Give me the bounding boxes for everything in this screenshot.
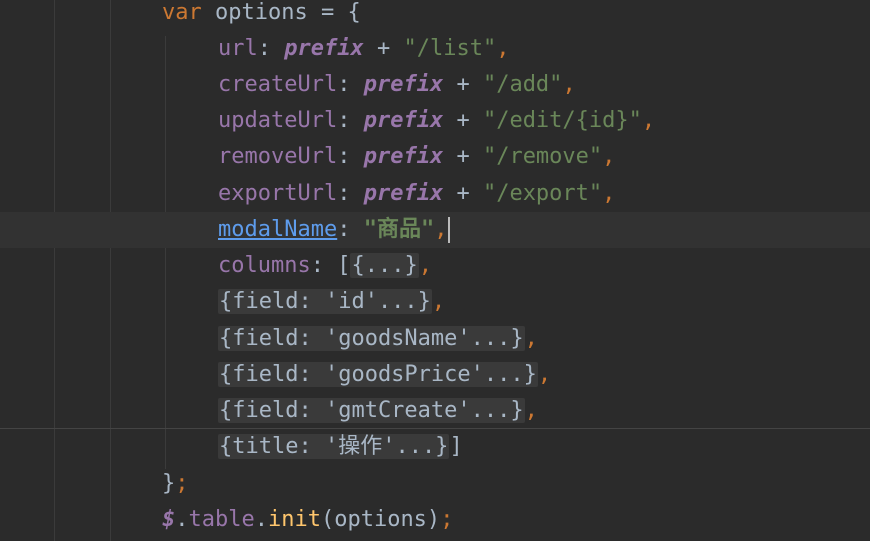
code-line-column-gmt-create[interactable]: {field: 'gmtCreate'...}, bbox=[218, 393, 538, 429]
comma: , bbox=[602, 144, 616, 169]
code-line-column-title[interactable]: {title: '操作'...}] bbox=[218, 429, 463, 465]
folded-region[interactable]: {field: 'goodsName'...} bbox=[218, 326, 525, 351]
folded-region[interactable]: {title: '操作'...} bbox=[218, 434, 450, 459]
open-bracket: [ bbox=[337, 253, 351, 278]
comma: , bbox=[524, 398, 538, 423]
identifier-prefix: prefix bbox=[363, 181, 444, 206]
code-line-close-options[interactable]: }; bbox=[162, 466, 189, 502]
plus-operator: + bbox=[456, 108, 470, 133]
colon: : bbox=[310, 253, 324, 278]
identifier-dollar: $ bbox=[162, 507, 176, 532]
assign-operator: = bbox=[320, 0, 335, 25]
string-literal: "商品" bbox=[363, 217, 435, 242]
code-line-column-id[interactable]: {field: 'id'...}, bbox=[218, 284, 445, 320]
code-line-columns[interactable]: columns: [{...}, bbox=[218, 248, 432, 284]
string-literal: "/remove" bbox=[482, 144, 603, 169]
string-literal: "/add" bbox=[482, 72, 563, 97]
comma: , bbox=[641, 108, 656, 133]
code-line-column-goods-price[interactable]: {field: 'goodsPrice'...}, bbox=[218, 357, 551, 393]
string-literal: "/list" bbox=[403, 36, 497, 61]
plus-operator: + bbox=[376, 36, 391, 61]
property-remove-url: removeUrl bbox=[218, 144, 338, 169]
comma: , bbox=[602, 181, 616, 206]
plus-operator: + bbox=[456, 181, 470, 206]
code-line-export-url[interactable]: exportUrl: prefix + "/export", bbox=[218, 176, 615, 212]
folded-region[interactable]: {field: 'gmtCreate'...} bbox=[218, 398, 525, 423]
identifier-prefix: prefix bbox=[284, 36, 364, 61]
keyword-var: var bbox=[162, 0, 202, 25]
code-line-remove-url[interactable]: removeUrl: prefix + "/remove", bbox=[218, 139, 615, 175]
string-literal: "/export" bbox=[482, 181, 603, 206]
property-update-url: updateUrl bbox=[218, 108, 338, 133]
dot: . bbox=[175, 507, 189, 532]
comma: , bbox=[562, 72, 576, 97]
property-url: url bbox=[218, 36, 258, 61]
indent-guide bbox=[165, 36, 166, 469]
identifier-prefix: prefix bbox=[363, 108, 444, 133]
comma: , bbox=[431, 289, 446, 314]
colon: : bbox=[337, 108, 351, 133]
dot: . bbox=[254, 507, 268, 532]
identifier-prefix: prefix bbox=[363, 144, 444, 169]
comma: , bbox=[524, 326, 538, 351]
code-line-table-init[interactable]: $.table.init(options); bbox=[162, 502, 453, 538]
comma: , bbox=[496, 36, 510, 61]
code-line-var-options[interactable]: var options = { bbox=[162, 0, 361, 31]
comma: , bbox=[434, 217, 448, 242]
indent-guide bbox=[54, 0, 55, 541]
call-arguments: (options) bbox=[320, 507, 441, 532]
colon: : bbox=[337, 72, 351, 97]
property-table: table bbox=[188, 507, 255, 532]
string-literal: "/edit/{id}" bbox=[482, 108, 642, 133]
plus-operator: + bbox=[456, 72, 470, 97]
plus-operator: + bbox=[456, 144, 470, 169]
colon: : bbox=[337, 181, 351, 206]
function-init: init bbox=[267, 507, 321, 532]
colon: : bbox=[257, 36, 271, 61]
property-create-url: createUrl bbox=[218, 72, 338, 97]
semicolon: ; bbox=[175, 471, 189, 496]
code-editor[interactable]: var options = { url: prefix + "/list", c… bbox=[0, 0, 870, 541]
open-brace: { bbox=[347, 0, 361, 25]
comma: , bbox=[418, 253, 432, 278]
code-line-update-url[interactable]: updateUrl: prefix + "/edit/{id}", bbox=[218, 103, 655, 139]
text-caret bbox=[448, 217, 451, 243]
property-modal-name[interactable]: modalName bbox=[218, 217, 337, 242]
close-bracket: ] bbox=[449, 434, 463, 459]
folded-region[interactable]: {...} bbox=[350, 253, 419, 278]
folded-region[interactable]: {field: 'id'...} bbox=[218, 289, 432, 314]
comma: , bbox=[537, 362, 552, 387]
code-line-create-url[interactable]: createUrl: prefix + "/add", bbox=[218, 67, 576, 103]
folded-region[interactable]: {field: 'goodsPrice'...} bbox=[218, 362, 538, 387]
colon: : bbox=[337, 217, 351, 242]
code-line-modal-name[interactable]: modalName: "商品", bbox=[218, 212, 451, 248]
close-brace: } bbox=[162, 471, 176, 496]
code-line-column-goods-name[interactable]: {field: 'goodsName'...}, bbox=[218, 321, 538, 357]
code-line-url[interactable]: url: prefix + "/list", bbox=[218, 31, 509, 67]
property-export-url: exportUrl bbox=[218, 181, 338, 206]
semicolon: ; bbox=[440, 507, 454, 532]
colon: : bbox=[337, 144, 351, 169]
identifier-prefix: prefix bbox=[363, 72, 444, 97]
indent-guide bbox=[110, 0, 111, 541]
property-columns: columns bbox=[218, 253, 311, 278]
identifier-options: options bbox=[215, 0, 308, 25]
